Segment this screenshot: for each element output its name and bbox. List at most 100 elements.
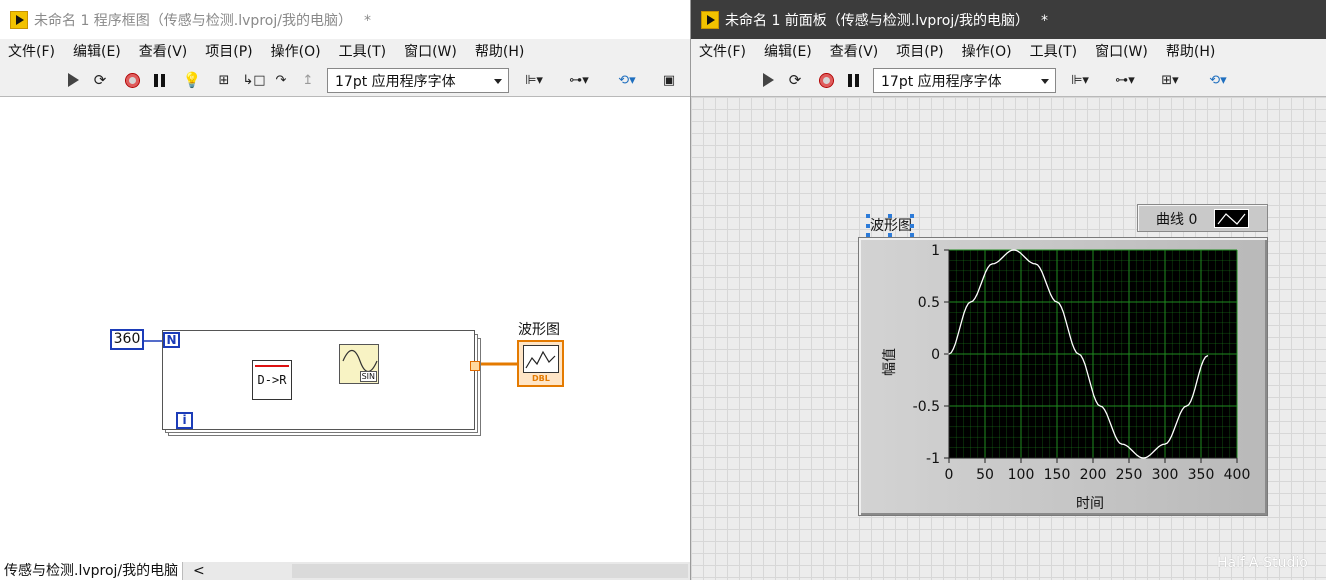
y-tick-label: -0.5 <box>913 399 940 415</box>
data-point <box>948 353 950 355</box>
window-title-text: 未命名 1 前面板（传感与检测.lvproj/我的电脑） <box>725 12 1029 29</box>
menu-project[interactable]: 项目(P) <box>896 41 943 61</box>
toolbar: ⟳ 17pt 应用程序字体 ⊫▾ ⊶▾ ⊞▾ ⟲▾ <box>691 63 1326 97</box>
project-path[interactable]: 传感与检测.lvproj/我的电脑 <box>0 562 184 580</box>
distribute-objects-button[interactable]: ⊶▾ <box>1109 70 1141 90</box>
data-point <box>1034 263 1036 265</box>
menu-operate[interactable]: 操作(O) <box>271 41 321 61</box>
y-tick-label: -1 <box>926 451 940 467</box>
chevron-left-icon[interactable]: < <box>193 562 205 580</box>
menu-bar: 文件(F) 编辑(E) 查看(V) 项目(P) 操作(O) 工具(T) 窗口(W… <box>0 39 690 63</box>
modified-mark: * <box>1040 12 1048 29</box>
x-tick-label: 350 <box>1188 467 1215 483</box>
titlebar: 未命名 1 前面板（传感与检测.lvproj/我的电脑） * <box>691 0 1326 39</box>
menu-file[interactable]: 文件(F) <box>699 41 746 61</box>
window-title: 未命名 1 前面板（传感与检测.lvproj/我的电脑） * <box>725 10 1048 30</box>
run-continuously-button[interactable]: ⟳ <box>785 70 805 90</box>
run-continuously-icon: ⟳ <box>788 71 802 89</box>
pause-button[interactable] <box>845 70 861 90</box>
reorder-button[interactable]: ⟲▾ <box>610 70 644 90</box>
x-tick-label: 200 <box>1080 467 1107 483</box>
align-objects-button[interactable]: ⊫▾ <box>518 70 550 90</box>
distribute-objects-button[interactable]: ⊶▾ <box>563 70 595 90</box>
font-select[interactable]: 17pt 应用程序字体 <box>327 68 509 93</box>
data-point <box>1056 301 1058 303</box>
waveform-graph-terminal[interactable]: DBL <box>517 340 564 387</box>
menu-view[interactable]: 查看(V) <box>139 41 188 61</box>
menu-edit[interactable]: 编辑(E) <box>764 41 812 61</box>
labview-logo-icon <box>701 10 719 29</box>
step-into-button[interactable]: ↳□ <box>242 70 265 90</box>
data-point <box>1099 405 1101 407</box>
font-select-value: 17pt 应用程序字体 <box>881 73 1002 90</box>
menu-help[interactable]: 帮助(H) <box>475 41 524 61</box>
sine-function-node[interactable]: SIN <box>339 344 379 384</box>
pause-button[interactable] <box>151 70 167 90</box>
menu-tools[interactable]: 工具(T) <box>339 41 386 61</box>
step-out-icon: ↥ <box>302 72 314 88</box>
graph-icon <box>525 350 556 369</box>
align-icon: ⊫▾ <box>1071 72 1089 88</box>
iteration-terminal[interactable]: i <box>176 412 193 429</box>
horizontal-scrollbar[interactable] <box>292 564 688 578</box>
retain-wire-values-button[interactable]: ⊞ <box>212 70 236 90</box>
menu-file[interactable]: 文件(F) <box>8 41 55 61</box>
reorder-button[interactable]: ⟲▾ <box>1201 70 1235 90</box>
highlight-execution-button[interactable]: 💡 <box>183 70 202 90</box>
chevron-down-icon <box>1041 79 1049 84</box>
step-out-button[interactable]: ↥ <box>298 70 318 90</box>
x-tick-label: 250 <box>1116 467 1143 483</box>
menu-view[interactable]: 查看(V) <box>830 41 879 61</box>
abort-button[interactable] <box>123 70 141 90</box>
block-diagram-canvas[interactable]: 360 N i D->R SIN 波形图 DBL <box>0 97 690 562</box>
font-select[interactable]: 17pt 应用程序字体 <box>873 68 1056 93</box>
run-button[interactable] <box>64 70 82 90</box>
step-over-icon: ↷ <box>275 72 287 88</box>
step-over-button[interactable]: ↷ <box>272 70 290 90</box>
numeric-constant[interactable]: 360 <box>110 329 144 350</box>
data-point <box>970 301 972 303</box>
menu-help[interactable]: 帮助(H) <box>1166 41 1215 61</box>
run-arrow-icon <box>762 73 774 87</box>
menu-window[interactable]: 窗口(W) <box>404 41 457 61</box>
run-continuously-icon: ⟳ <box>93 71 107 89</box>
menu-bar: 文件(F) 编辑(E) 查看(V) 项目(P) 操作(O) 工具(T) 窗口(W… <box>691 39 1326 63</box>
y-tick-label: 0.5 <box>918 295 940 311</box>
x-axis-title: 时间 <box>1076 496 1104 512</box>
front-panel-window: 未命名 1 前面板（传感与检测.lvproj/我的电脑） * 文件(F) 编辑(E… <box>691 0 1326 580</box>
output-tunnel[interactable] <box>470 361 480 371</box>
for-loop[interactable] <box>162 330 475 430</box>
menu-operate[interactable]: 操作(O) <box>962 41 1012 61</box>
run-continuously-button[interactable]: ⟳ <box>90 70 110 90</box>
modified-mark: * <box>363 12 371 29</box>
align-objects-button[interactable]: ⊫▾ <box>1064 70 1096 90</box>
align-icon: ⊫▾ <box>525 72 543 88</box>
reorder-icon: ⟲▾ <box>618 72 636 88</box>
abort-button[interactable] <box>817 70 835 90</box>
run-button[interactable] <box>759 70 777 90</box>
waveform-plot[interactable]: 0 50 100 150 200 250 300 350 400 1 0.5 0 -0.5 -1 <box>691 97 1326 580</box>
degrees-to-radians-node[interactable]: D->R <box>252 360 292 400</box>
menu-window[interactable]: 窗口(W) <box>1095 41 1148 61</box>
pause-icon <box>153 73 165 87</box>
watermark: Half-A-Studio <box>1217 555 1308 571</box>
menu-tools[interactable]: 工具(T) <box>1030 41 1077 61</box>
data-point <box>1142 457 1144 459</box>
window-title-text: 未命名 1 程序框图（传感与检测.lvproj/我的电脑） <box>34 12 352 29</box>
reorder-icon: ⟲▾ <box>1209 72 1227 88</box>
data-point <box>1164 443 1166 445</box>
menu-project[interactable]: 项目(P) <box>205 41 252 61</box>
data-point <box>1186 405 1188 407</box>
graph-terminal-type-badge: DBL <box>532 374 550 383</box>
x-tick-label: 300 <box>1152 467 1179 483</box>
distribute-icon: ⊶▾ <box>1115 72 1135 88</box>
x-tick-label: 100 <box>1008 467 1035 483</box>
front-panel-canvas[interactable]: 波形图 曲线 0 0 50 100 150 200 250 300 350 400 1 0.5 0 -0… <box>691 97 1326 580</box>
loop-count-terminal[interactable]: N <box>163 332 180 348</box>
data-point <box>1206 355 1209 357</box>
block-diagram-window: 未命名 1 程序框图（传感与检测.lvproj/我的电脑） * 文件(F) 编辑(… <box>0 0 690 580</box>
resize-objects-button[interactable]: ⊞▾ <box>1153 70 1187 90</box>
menu-edit[interactable]: 编辑(E) <box>73 41 121 61</box>
font-select-value: 17pt 应用程序字体 <box>335 73 456 90</box>
cleanup-diagram-button[interactable]: ▣ <box>654 70 684 90</box>
